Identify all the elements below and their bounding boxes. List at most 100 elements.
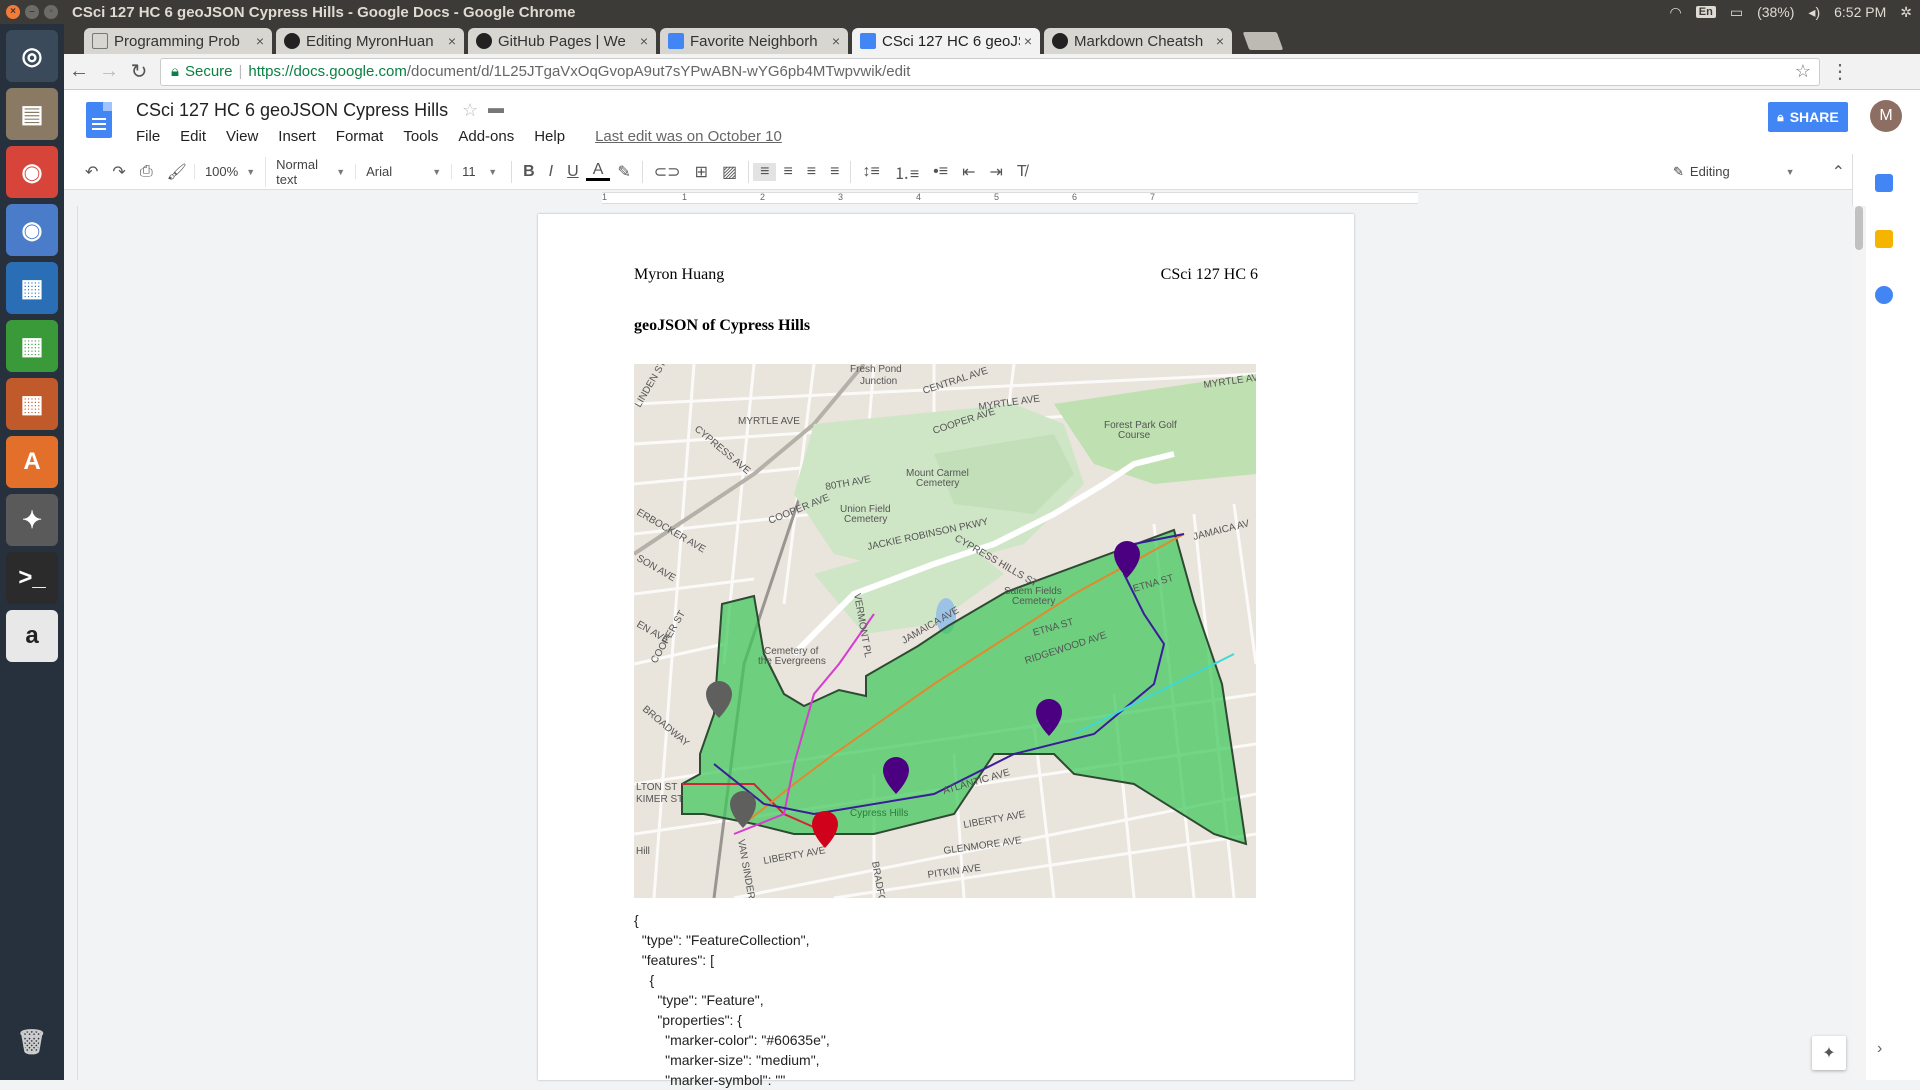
document-heading: geoJSON of Cypress Hills (634, 317, 811, 334)
tasks-icon[interactable] (1875, 286, 1893, 304)
trash-icon[interactable]: 🗑︎ (6, 1016, 58, 1068)
impress-icon[interactable]: ▦ (6, 378, 58, 430)
battery-icon[interactable]: ▭ (1730, 4, 1743, 21)
browser-tab[interactable]: CSci 127 HC 6 geoJS × (852, 28, 1040, 54)
docs-menu-bar: File Edit View Insert Format Tools Add-ons Help… (136, 128, 782, 145)
menu-addons[interactable]: Add-ons (458, 128, 514, 145)
last-edit-link[interactable]: Last edit was on October 10 (595, 128, 782, 145)
undo-icon[interactable]: ↶ (78, 162, 105, 182)
terminal-icon[interactable]: >_ (6, 552, 58, 604)
share-button[interactable]: 🔒︎ SHARE (1768, 102, 1848, 132)
bookmark-star-icon[interactable]: ☆ (1795, 61, 1811, 82)
vertical-ruler[interactable] (64, 206, 78, 1080)
zoom-select[interactable]: 100% ▼ (193, 164, 265, 179)
browser-tab[interactable]: Programming Prob × (84, 28, 272, 54)
numbered-list-icon[interactable]: ⒈≡ (887, 160, 926, 184)
document-scrollbar[interactable] (1852, 206, 1866, 1080)
collapse-chevron-icon[interactable]: ⌃ (1825, 162, 1852, 182)
close-tab-icon[interactable]: × (832, 33, 840, 49)
close-tab-icon[interactable]: × (1216, 33, 1224, 49)
underline-icon[interactable]: U (560, 163, 586, 181)
volume-icon[interactable]: ◂) (1808, 4, 1820, 21)
maximize-window-icon[interactable]: ▫ (44, 5, 58, 19)
editing-mode-select[interactable]: ✎ Editing ▼ (1673, 164, 1825, 180)
keep-icon[interactable] (1875, 230, 1893, 248)
system-gear-icon[interactable]: ✲ (1900, 4, 1912, 21)
formatting-toolbar: ↶ ↷ ⎙ 🖌︎ 100% ▼ Normal text ▼ Arial ▼ 11 ▼ B… (64, 154, 1852, 190)
docs-logo-icon[interactable] (86, 102, 112, 138)
software-center-icon[interactable]: A (6, 436, 58, 488)
browser-tab[interactable]: Markdown Cheatsh × (1044, 28, 1232, 54)
chromium-icon[interactable]: ◉ (6, 204, 58, 256)
bold-icon[interactable]: B (516, 163, 542, 181)
calendar-icon[interactable] (1875, 174, 1893, 192)
decrease-indent-icon[interactable]: ⇤ (955, 162, 982, 182)
align-left-icon[interactable]: ≡ (753, 162, 777, 181)
increase-indent-icon[interactable]: ⇥ (983, 162, 1010, 182)
browser-tab[interactable]: Favorite Neighborh × (660, 28, 848, 54)
keyboard-layout-indicator[interactable]: En (1695, 6, 1716, 18)
menu-insert[interactable]: Insert (278, 128, 316, 145)
geojson-code-block[interactable]: { "type": "FeatureCollection", "features… (634, 910, 830, 1090)
align-center-icon[interactable]: ≡ (776, 163, 799, 181)
wifi-icon[interactable]: ◠ (1670, 4, 1682, 21)
text-color-icon[interactable]: A (585, 162, 611, 181)
clock[interactable]: 6:52 PM (1834, 4, 1886, 20)
ubuntu-dash-icon[interactable]: ◎ (6, 30, 58, 82)
side-panel-expand-icon[interactable]: › (1877, 1040, 1882, 1058)
link-icon[interactable]: ⊂⊃ (647, 162, 688, 182)
redo-icon[interactable]: ↷ (105, 162, 132, 182)
browser-tab[interactable]: GitHub Pages | We × (468, 28, 656, 54)
justify-icon[interactable]: ≡ (823, 163, 846, 181)
amazon-icon[interactable]: a (6, 610, 58, 662)
reload-icon[interactable]: ↻ (124, 59, 154, 84)
folder-icon[interactable]: ▬ (488, 100, 504, 118)
scrollbar-thumb[interactable] (1855, 206, 1863, 250)
map-image[interactable]: Fresh Pond Junction CENTRAL AVE MYRTLE A… (634, 364, 1256, 898)
document-page[interactable]: Myron Huang CSci 127 HC 6 geoJSON of Cyp… (538, 214, 1354, 1088)
back-arrow-icon[interactable]: ← (64, 60, 94, 83)
avatar[interactable]: M (1870, 100, 1902, 132)
browser-tab[interactable]: Editing MyronHuan × (276, 28, 464, 54)
chrome-icon[interactable]: ◉ (6, 146, 58, 198)
menu-view[interactable]: View (226, 128, 258, 145)
forward-arrow-icon[interactable]: → (94, 60, 124, 83)
font-size-select[interactable]: 11 ▼ (451, 164, 507, 179)
align-right-icon[interactable]: ≡ (800, 163, 823, 181)
font-value: Arial (366, 164, 393, 179)
print-icon[interactable]: ⎙ (133, 163, 160, 181)
insert-comment-icon[interactable]: ⊞ (688, 162, 715, 182)
menu-edit[interactable]: Edit (180, 128, 206, 145)
minimize-window-icon[interactable]: – (25, 5, 39, 19)
document-title[interactable]: CSci 127 HC 6 geoJSON Cypress Hills (136, 100, 448, 121)
browser-menu-icon[interactable]: ⋮ (1830, 59, 1850, 84)
paint-format-icon[interactable]: 🖌︎ (160, 162, 194, 182)
star-icon[interactable]: ☆ (462, 100, 478, 121)
line-spacing-icon[interactable]: ↕≡ (855, 163, 886, 181)
close-tab-icon[interactable]: × (1024, 33, 1032, 49)
close-tab-icon[interactable]: × (448, 33, 456, 49)
writer-icon[interactable]: ▦ (6, 262, 58, 314)
menu-file[interactable]: File (136, 128, 160, 145)
settings-icon[interactable]: ✦ (6, 494, 58, 546)
files-icon[interactable]: ▤ (6, 88, 58, 140)
insert-image-icon[interactable]: ▨ (715, 162, 744, 182)
menu-format[interactable]: Format (336, 128, 384, 145)
menu-tools[interactable]: Tools (403, 128, 438, 145)
label-kimer-st: KIMER ST (636, 794, 683, 805)
close-window-icon[interactable]: × (6, 5, 20, 19)
clear-formatting-icon[interactable]: T̸ (1010, 163, 1034, 181)
highlight-color-icon[interactable]: ✎ (610, 162, 637, 182)
explore-button[interactable]: ✦ (1812, 1036, 1846, 1070)
bulleted-list-icon[interactable]: •≡ (926, 163, 955, 181)
close-tab-icon[interactable]: × (256, 33, 264, 49)
italic-icon[interactable]: I (542, 163, 560, 181)
close-tab-icon[interactable]: × (640, 33, 648, 49)
style-select[interactable]: Normal text ▼ (265, 156, 355, 187)
horizontal-ruler[interactable]: 1 1 2 3 4 5 6 7 (64, 190, 1852, 206)
menu-help[interactable]: Help (534, 128, 565, 145)
new-tab-button[interactable] (1242, 32, 1284, 50)
address-bar[interactable]: 🔒︎ Secure | https://docs.google.com /doc… (160, 57, 1820, 86)
calc-icon[interactable]: ▦ (6, 320, 58, 372)
font-select[interactable]: Arial ▼ (355, 164, 451, 179)
